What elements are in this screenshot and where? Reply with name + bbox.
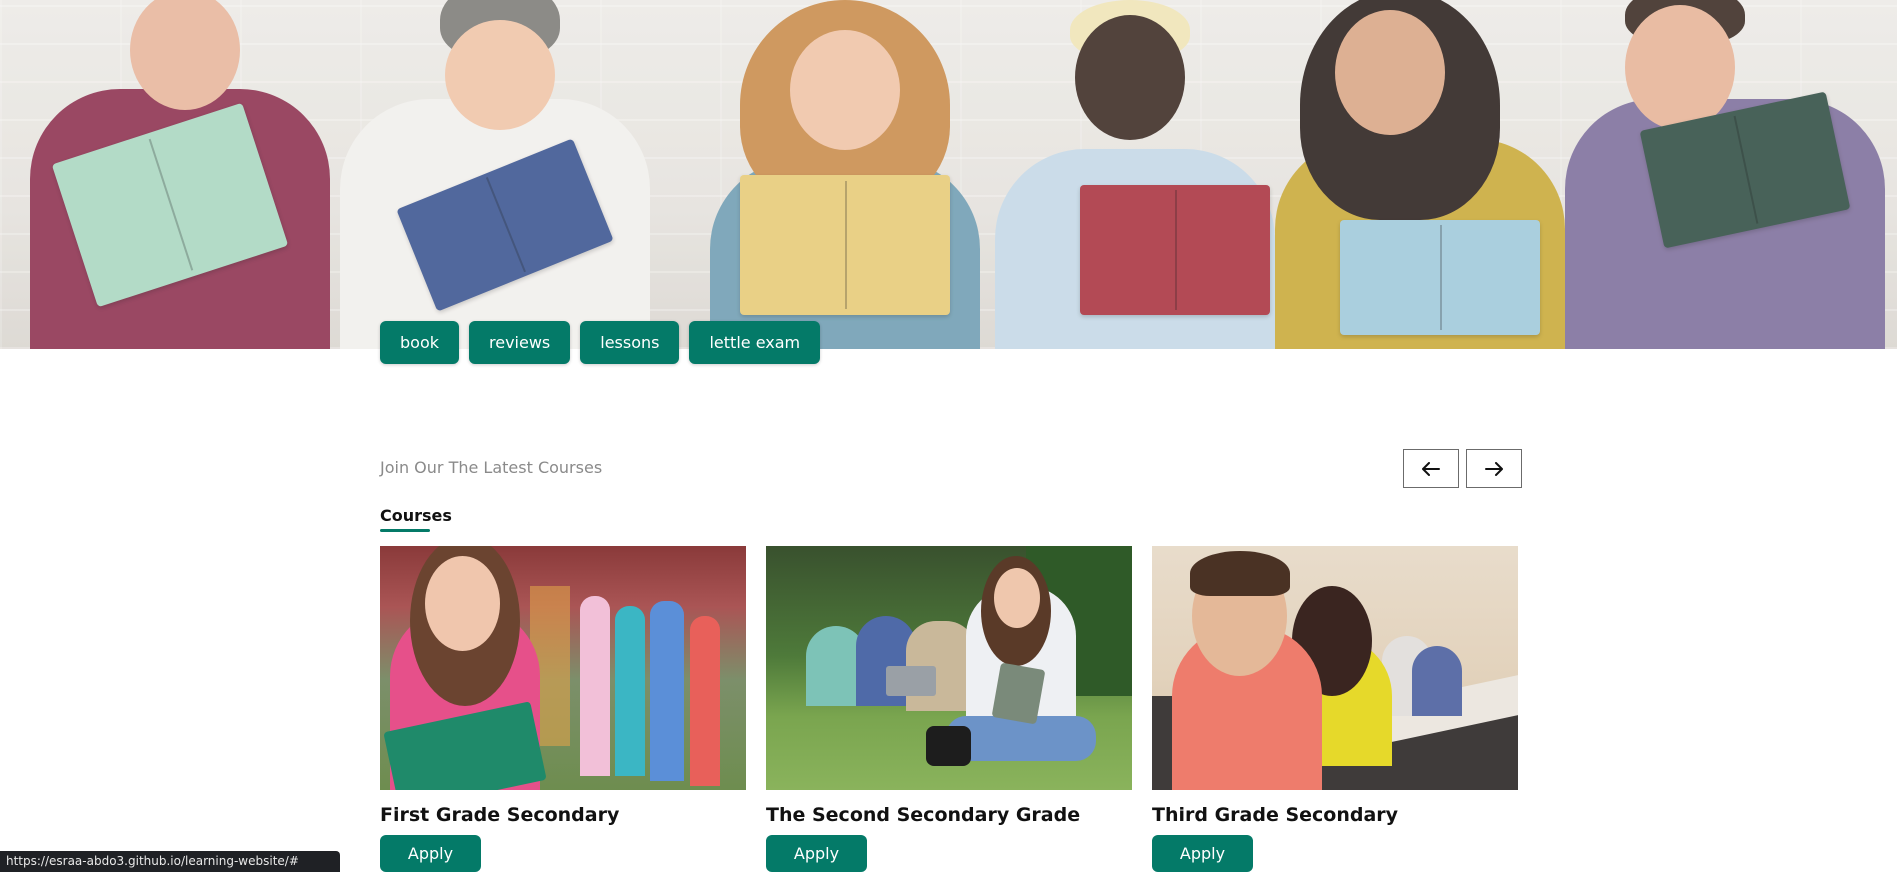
course-card: First Grade Secondary Apply <box>380 546 746 872</box>
tab-reviews[interactable]: reviews <box>469 321 571 364</box>
course-image <box>1152 546 1518 790</box>
section-subtitle: Join Our The Latest Courses <box>380 458 603 477</box>
hero-banner <box>0 0 1897 349</box>
course-image <box>380 546 746 790</box>
course-name: Third Grade Secondary <box>1152 804 1399 826</box>
course-image <box>766 546 1132 790</box>
course-card: The Second Secondary Grade Apply <box>766 546 1132 872</box>
course-card: Third Grade Secondary Apply <box>1152 546 1518 872</box>
tab-little-exam[interactable]: lettle exam <box>689 321 821 364</box>
browser-status-bar: https://esraa-abdo3.github.io/learning-w… <box>0 851 340 872</box>
tab-lessons[interactable]: lessons <box>580 321 680 364</box>
arrow-left-icon <box>1422 461 1440 476</box>
next-button[interactable] <box>1466 449 1522 488</box>
course-name: First Grade Secondary <box>380 804 620 826</box>
course-list: First Grade Secondary Apply The Second S… <box>380 546 1518 872</box>
tab-book[interactable]: book <box>380 321 459 364</box>
arrow-right-icon <box>1485 461 1503 476</box>
apply-button[interactable]: Apply <box>380 835 481 872</box>
title-underline <box>380 529 430 532</box>
apply-button[interactable]: Apply <box>766 835 867 872</box>
course-name: The Second Secondary Grade <box>766 804 1081 826</box>
hero-tabs: book reviews lessons lettle exam <box>380 321 821 364</box>
carousel-nav <box>1403 449 1522 488</box>
hero-overlay <box>0 0 1897 349</box>
apply-button[interactable]: Apply <box>1152 835 1253 872</box>
section-title: Courses <box>380 506 452 525</box>
prev-button[interactable] <box>1403 449 1459 488</box>
